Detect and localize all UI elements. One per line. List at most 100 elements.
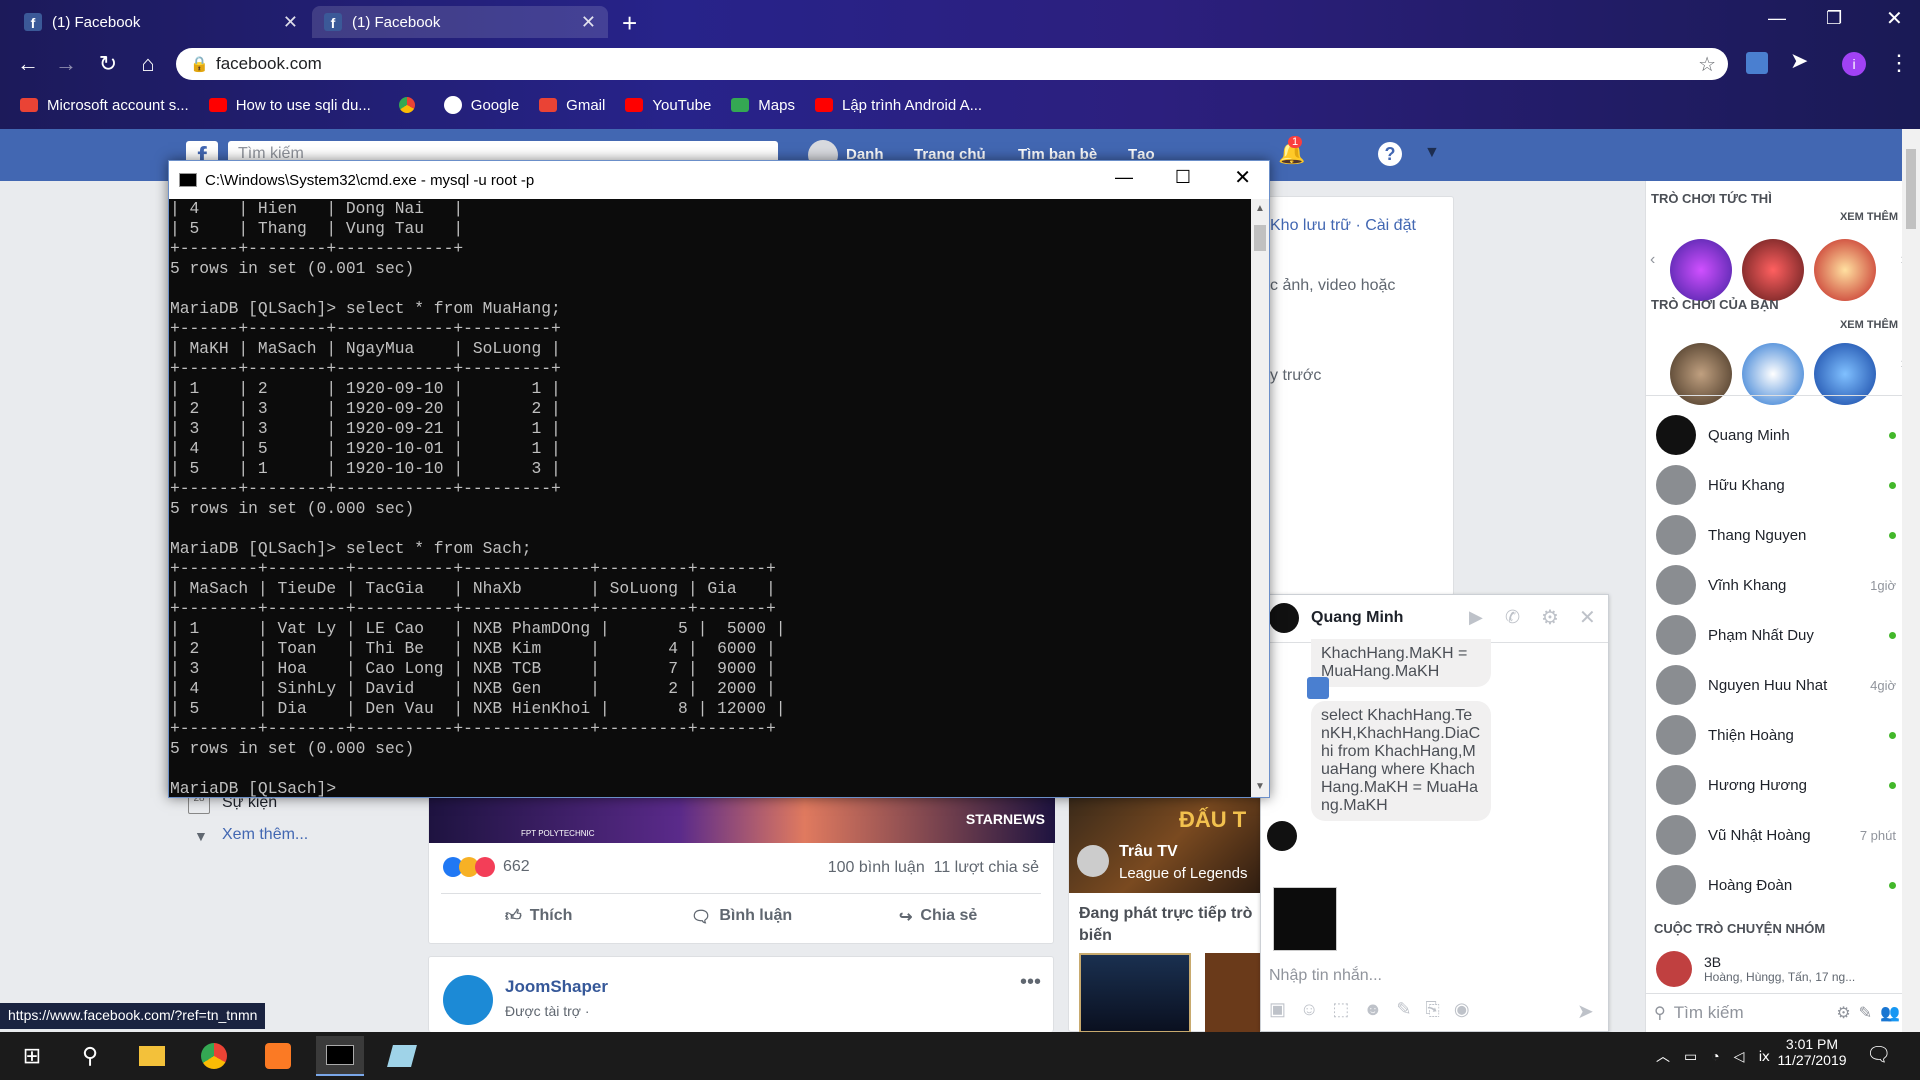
- live-banner-text: ĐẤU T: [1179, 807, 1247, 832]
- minimize-icon[interactable]: —: [1115, 167, 1133, 188]
- like-button[interactable]: 👍︎ Thích: [505, 907, 572, 926]
- page-scrollbar[interactable]: [1902, 129, 1920, 1032]
- game-icon[interactable]: [1814, 239, 1876, 301]
- translate-extension-icon[interactable]: [1746, 52, 1768, 74]
- minimize-icon[interactable]: —: [1768, 8, 1786, 29]
- forward-icon[interactable]: →: [52, 50, 80, 78]
- cmd-line: 5 rows in set (0.000 sec): [170, 499, 415, 518]
- see-more-your-games[interactable]: XEM THÊM: [1840, 319, 1898, 331]
- chat-contact-name[interactable]: Quang Minh: [1311, 609, 1403, 627]
- contact-item[interactable]: Thiện Hoàng: [1656, 711, 1896, 759]
- contact-item[interactable]: Hoàng Đoàn: [1656, 861, 1896, 909]
- live-thumbnail[interactable]: ĐẤU T Trâu TV League of Legends: [1069, 797, 1269, 893]
- bookmark-gmail[interactable]: Gmail: [539, 97, 605, 114]
- contact-name: Nguyen Huu Nhat: [1708, 676, 1828, 694]
- phone-icon[interactable]: ✆: [1505, 607, 1520, 628]
- cmd-scrollbar[interactable]: ▲ ▼: [1251, 199, 1269, 797]
- bookmark-youtube[interactable]: YouTube: [625, 97, 711, 114]
- tab-facebook-1[interactable]: f (1) Facebook ✕: [12, 6, 310, 38]
- contact-last-active: 7 phút: [1859, 827, 1896, 843]
- bookmark-microsoft[interactable]: Microsoft account s...: [20, 97, 189, 114]
- contact-item[interactable]: Vĩnh Khang 1giờ: [1656, 561, 1896, 609]
- bookmark-sqli[interactable]: How to use sqli du...: [208, 97, 371, 114]
- archive-settings-link[interactable]: Kho lưu trữ · Cài đặt: [1270, 217, 1416, 235]
- help-icon[interactable]: ?: [1378, 142, 1402, 166]
- tab-facebook-2[interactable]: f (1) Facebook ✕: [312, 6, 608, 38]
- close-window-icon[interactable]: ✕: [1886, 6, 1903, 31]
- back-icon[interactable]: ←: [14, 50, 42, 78]
- contact-item[interactable]: Hương Hương: [1656, 761, 1896, 809]
- reactions-summary[interactable]: 662: [443, 857, 530, 877]
- notifications-center-icon[interactable]: 🗨︎: [1866, 1042, 1891, 1067]
- xampp-icon[interactable]: [254, 1036, 302, 1076]
- file-explorer-icon[interactable]: [128, 1036, 176, 1076]
- left-menu-see-more[interactable]: Xem thêm...: [222, 826, 308, 844]
- video-call-icon[interactable]: ▶: [1469, 607, 1483, 628]
- maximize-icon[interactable]: ☐: [1175, 167, 1191, 188]
- contact-item[interactable]: Vũ Nhật Hoàng 7 phút: [1656, 811, 1896, 859]
- contact-item[interactable]: Phạm Nhất Duy: [1656, 611, 1896, 659]
- app-taskbar-icon[interactable]: [378, 1036, 426, 1076]
- sidebar-settings-icons[interactable]: ⚙✎👥: [1836, 1003, 1908, 1023]
- contact-item[interactable]: Thang Nguyen: [1656, 511, 1896, 559]
- cmd-taskbar-icon[interactable]: [316, 1036, 364, 1076]
- bookmark-android[interactable]: Lập trình Android A...: [814, 97, 982, 114]
- comment-button[interactable]: 🗨︎ Bình luận: [691, 907, 792, 927]
- extension-arrow-icon[interactable]: ➤: [1790, 48, 1808, 74]
- see-more-games[interactable]: XEM THÊM: [1840, 211, 1898, 223]
- clock[interactable]: 3:01 PM 11/27/2019: [1776, 1036, 1848, 1068]
- chat-toolbar-icons[interactable]: ▣☺⬚☻✎⎘◉: [1269, 999, 1484, 1020]
- system-tray-icons[interactable]: ︿▭◔◁ⅸ: [1656, 1046, 1784, 1066]
- menu-dots-icon[interactable]: ⋮: [1888, 50, 1910, 76]
- contact-item[interactable]: Quang Minh: [1656, 411, 1896, 459]
- sponsored-card: JoomShaper Được tài trợ · •••: [428, 956, 1054, 1032]
- more-options-icon[interactable]: •••: [1020, 971, 1041, 994]
- message-input[interactable]: Nhập tin nhắn...: [1269, 967, 1382, 985]
- translate-icon[interactable]: [1307, 677, 1329, 699]
- new-tab-icon[interactable]: +: [622, 8, 637, 39]
- bookmark-chrome[interactable]: [398, 97, 424, 113]
- close-icon[interactable]: ✕: [1579, 605, 1596, 630]
- youtube-icon: [208, 98, 227, 112]
- sidebar-search[interactable]: ⚲ Tìm kiếm ⚙✎👥: [1646, 993, 1908, 1031]
- scrollbar-thumb[interactable]: [1254, 225, 1266, 251]
- instant-games-title: TRÒ CHƠI TỨC THÌ: [1651, 191, 1772, 206]
- contact-item[interactable]: Nguyen Huu Nhat 4giờ: [1656, 661, 1896, 709]
- game-icon[interactable]: [1670, 239, 1732, 301]
- send-icon[interactable]: ➤: [1577, 999, 1594, 1024]
- chat-scrollbar[interactable]: [1589, 649, 1603, 857]
- scroll-up-icon[interactable]: ▲: [1255, 203, 1265, 214]
- league-of-legends-thumbnail[interactable]: [1079, 953, 1191, 1033]
- chevron-left-icon[interactable]: ‹: [1650, 251, 1655, 269]
- cmd-output[interactable]: | 4 | Hien | Dong Nai | | 5 | Thang | Vun…: [169, 199, 1251, 797]
- close-tab-icon[interactable]: ✕: [581, 12, 596, 33]
- sponsor-name[interactable]: JoomShaper: [505, 977, 608, 997]
- scrollbar-thumb[interactable]: [1906, 149, 1916, 229]
- share-button[interactable]: ↪ Chia sẻ: [899, 907, 977, 927]
- pasted-image-thumbnail[interactable]: [1273, 887, 1337, 951]
- bookmark-google[interactable]: Google: [443, 96, 519, 114]
- cmd-title-bar[interactable]: C:\Windows\System32\cmd.exe - mysql -u r…: [169, 161, 1269, 199]
- address-bar[interactable]: 🔒 facebook.com ☆: [176, 48, 1728, 80]
- home-icon[interactable]: ⌂: [134, 50, 162, 78]
- bookmark-maps[interactable]: Maps: [731, 97, 795, 114]
- close-tab-icon[interactable]: ✕: [283, 12, 298, 33]
- restore-icon[interactable]: ❐: [1826, 8, 1842, 29]
- game-icon[interactable]: [1742, 239, 1804, 301]
- gear-icon[interactable]: ⚙: [1541, 605, 1559, 630]
- bookmark-star-icon[interactable]: ☆: [1698, 52, 1716, 77]
- scroll-down-icon[interactable]: ▼: [1255, 781, 1265, 792]
- comments-shares[interactable]: 100 bình luận 11 lượt chia sẻ: [828, 859, 1039, 877]
- account-chevron-icon[interactable]: ▼: [1424, 144, 1440, 162]
- cmd-line: | 1 | Vat Ly | LE Cao | NXB PhamDOng | 5…: [170, 619, 786, 638]
- chrome-taskbar-icon[interactable]: [190, 1036, 238, 1076]
- reload-icon[interactable]: ↻: [94, 50, 122, 78]
- online-indicator-icon: [1889, 731, 1896, 739]
- profile-avatar[interactable]: i: [1842, 52, 1866, 76]
- search-icon[interactable]: ⚲: [66, 1036, 114, 1076]
- contact-item[interactable]: Hữu Khang: [1656, 461, 1896, 509]
- close-icon[interactable]: ✕: [1234, 165, 1251, 190]
- chat-header[interactable]: Quang Minh ▶ ✆ ⚙ ✕: [1261, 595, 1608, 643]
- group-chat-3b[interactable]: 3B Hoàng, Hùngg, Tấn, 17 ng...: [1656, 951, 1896, 987]
- windows-start-icon[interactable]: ⊞: [8, 1036, 56, 1076]
